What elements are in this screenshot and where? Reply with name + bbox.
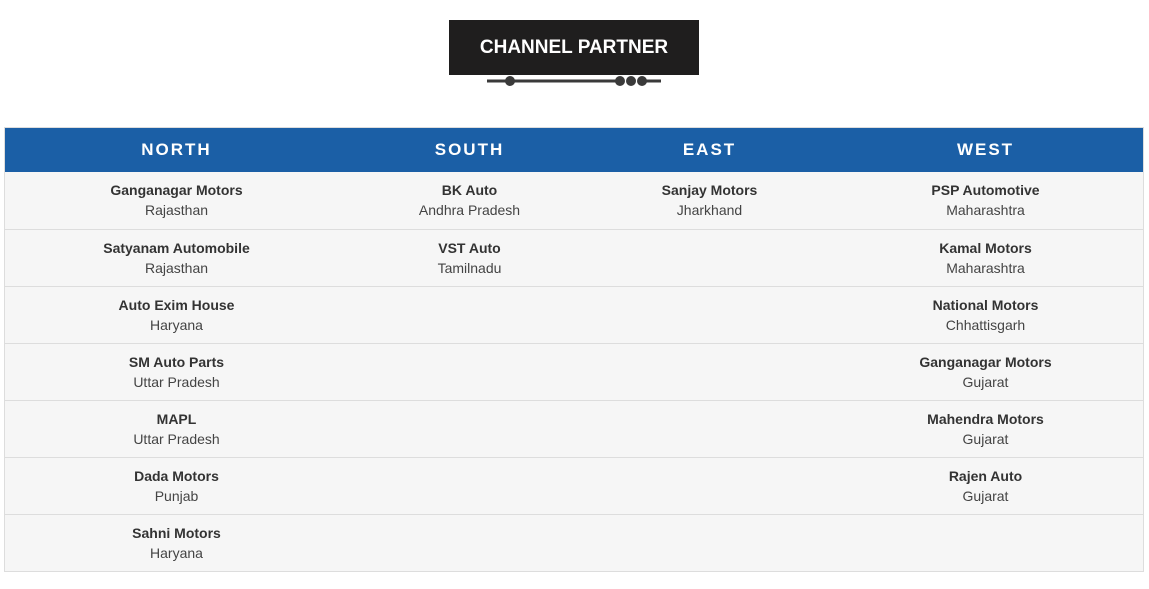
partner-cell-west: Rajen Auto Gujarat: [828, 456, 1143, 514]
partner-cell-east: [591, 228, 828, 286]
partner-state: Rajasthan: [144, 259, 209, 276]
partner-cell-south: BK Auto Andhra Pradesh: [348, 172, 591, 229]
section-title: CHANNEL PARTNER: [449, 20, 699, 75]
partner-state: Chhattisgarh: [945, 316, 1026, 333]
partner-cell-north: Sahni Motors Haryana: [5, 513, 348, 571]
partner-cell-west: National Motors Chhattisgarh: [828, 285, 1143, 343]
partner-cell-east: [591, 285, 828, 343]
partner-cell-north: Satyanam Automobile Rajasthan: [5, 228, 348, 286]
partner-name: BK Auto: [441, 182, 498, 199]
table-header-row: NORTH SOUTH EAST WEST: [5, 128, 1143, 172]
partner-name: Ganganagar Motors: [919, 353, 1052, 370]
table-row: Ganganagar Motors Rajasthan BK Auto Andhra …: [5, 172, 1143, 229]
partner-cell-south: [348, 399, 591, 457]
partner-state: Jharkhand: [676, 202, 743, 219]
partner-cell-west: Mahendra Motors Gujarat: [828, 399, 1143, 457]
partner-state: Uttar Pradesh: [133, 430, 220, 447]
partner-cell-east: Sanjay Motors Jharkhand: [591, 172, 828, 229]
partner-cell-west: Ganganagar Motors Gujarat: [828, 342, 1143, 400]
partner-name: Dada Motors: [134, 467, 219, 484]
column-header-south: SOUTH: [434, 140, 505, 159]
section-heading: CHANNEL PARTNER: [449, 20, 699, 88]
partner-name: VST Auto: [438, 239, 501, 256]
partner-name: National Motors: [932, 296, 1039, 313]
partner-cell-south: [348, 342, 591, 400]
partner-state: Andhra Pradesh: [418, 202, 521, 219]
partner-cell-east: [591, 399, 828, 457]
partner-cell-north: MAPL Uttar Pradesh: [5, 399, 348, 457]
partner-state: Punjab: [154, 487, 199, 504]
partner-name: Satyanam Automobile: [103, 239, 250, 256]
partner-cell-south: [348, 456, 591, 514]
partner-cell-north: Ganganagar Motors Rajasthan: [5, 172, 348, 229]
partner-state: Uttar Pradesh: [133, 373, 220, 390]
table-row: SM Auto Parts Uttar Pradesh Ganganagar Mot…: [5, 342, 1143, 400]
partner-state: Maharashtra: [946, 202, 1025, 219]
partner-cell-west: PSP Automotive Maharashtra: [828, 172, 1143, 229]
table-row: Satyanam Automobile Rajasthan VST Auto Tami…: [5, 228, 1143, 286]
partner-state: Rajasthan: [144, 202, 209, 219]
partner-state: Maharashtra: [946, 259, 1025, 276]
partner-name: PSP Automotive: [931, 182, 1040, 199]
partner-cell-south: [348, 285, 591, 343]
partner-state: Haryana: [150, 316, 203, 333]
table-row: MAPL Uttar Pradesh Mahendra Motors Gujarat: [5, 399, 1143, 457]
channel-partner-table: NORTH SOUTH EAST WEST Ganganagar Motors R…: [4, 127, 1144, 572]
column-header-east: EAST: [682, 140, 737, 159]
column-header-north: NORTH: [141, 140, 212, 159]
partner-cell-west: [828, 513, 1143, 571]
partner-state: Haryana: [150, 544, 203, 561]
partner-name: Kamal Motors: [939, 239, 1032, 256]
table-row: Sahni Motors Haryana: [5, 513, 1143, 571]
partner-name: Mahendra Motors: [927, 410, 1044, 427]
dot-line-divider-icon: [487, 76, 661, 86]
partner-cell-east: [591, 342, 828, 400]
column-header-west: WEST: [956, 140, 1015, 159]
partner-name: Ganganagar Motors: [110, 182, 243, 199]
table-row: Dada Motors Punjab Rajen Auto Gujarat: [5, 456, 1143, 514]
partner-name: Sahni Motors: [132, 524, 221, 541]
partner-name: MAPL: [156, 410, 197, 427]
partner-cell-east: [591, 513, 828, 571]
partner-cell-west: Kamal Motors Maharashtra: [828, 228, 1143, 286]
partner-name: SM Auto Parts: [128, 353, 225, 370]
partner-name: Auto Exim House: [118, 296, 235, 313]
partner-cell-north: SM Auto Parts Uttar Pradesh: [5, 342, 348, 400]
partner-name: Sanjay Motors: [661, 182, 758, 199]
partner-cell-north: Dada Motors Punjab: [5, 456, 348, 514]
partner-cell-east: [591, 456, 828, 514]
partner-state: Tamilnadu: [437, 259, 502, 276]
partner-state: Gujarat: [962, 430, 1009, 447]
table-row: Auto Exim House Haryana National Motors Chh…: [5, 285, 1143, 343]
partner-state: Gujarat: [962, 487, 1009, 504]
partner-name: Rajen Auto: [948, 467, 1023, 484]
partner-cell-north: Auto Exim House Haryana: [5, 285, 348, 343]
partner-state: Gujarat: [962, 373, 1009, 390]
partner-cell-south: VST Auto Tamilnadu: [348, 228, 591, 286]
partner-cell-south: [348, 513, 591, 571]
